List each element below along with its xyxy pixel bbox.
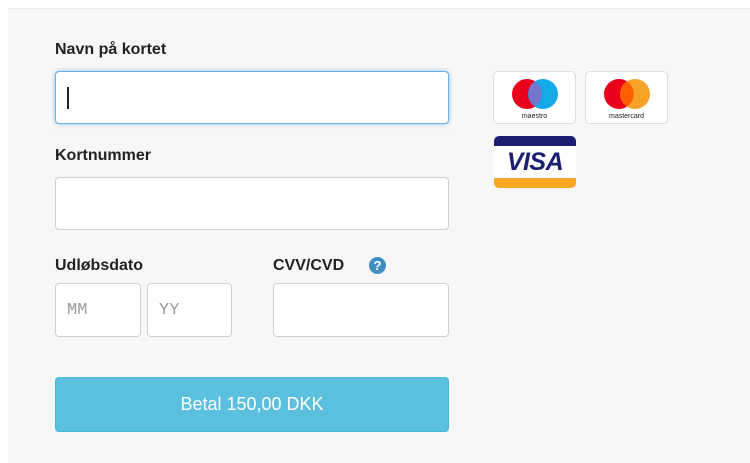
pay-button[interactable]: Betal 150,00 DKK bbox=[55, 377, 449, 432]
expiry-year-placeholder: YY bbox=[159, 300, 180, 320]
mastercard-caption: mastercard bbox=[608, 113, 644, 120]
card-number-label: Kortnummer bbox=[55, 147, 152, 164]
cvv-label: CVV/CVD bbox=[273, 257, 345, 274]
visa-logo-icon: VISA bbox=[494, 136, 576, 188]
visa-wordmark: VISA bbox=[506, 148, 564, 176]
maestro-caption: maestro bbox=[521, 113, 548, 120]
card-number-input[interactable] bbox=[55, 177, 449, 230]
expiry-month-input[interactable]: MM bbox=[55, 283, 141, 337]
text-caret bbox=[67, 86, 69, 109]
cvv-input[interactable] bbox=[273, 283, 449, 337]
maestro-logo-icon: maestro bbox=[493, 71, 576, 124]
visa-bottom-band bbox=[494, 178, 576, 188]
visa-top-band bbox=[494, 136, 576, 146]
expiry-month-placeholder: MM bbox=[67, 300, 88, 320]
expiry-year-input[interactable]: YY bbox=[147, 283, 232, 337]
name-on-card-input[interactable] bbox=[55, 71, 449, 124]
mastercard-logo-icon: mastercard bbox=[585, 71, 668, 124]
question-circle-icon[interactable]: ? bbox=[369, 257, 386, 274]
name-on-card-label: Navn på kortet bbox=[55, 41, 167, 58]
expiry-label: Udløbsdato bbox=[55, 257, 143, 274]
